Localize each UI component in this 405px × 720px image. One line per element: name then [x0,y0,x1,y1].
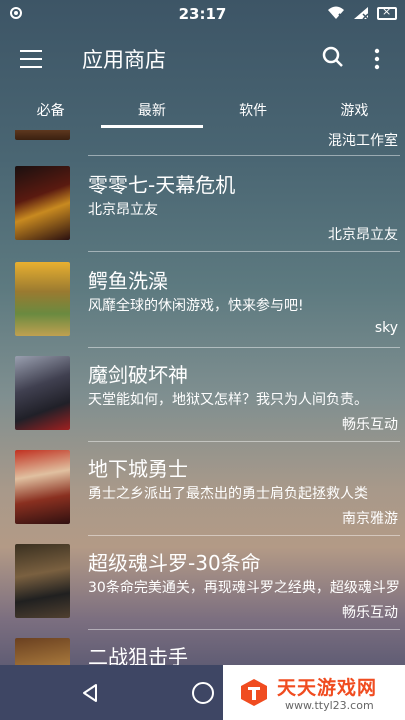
list-item[interactable]: 超级魂斗罗-30条命 30条命完美通关，再现魂斗罗之经典，超级魂斗罗 畅乐互动 [0,544,405,636]
more-options-icon[interactable] [372,48,382,70]
app-description: 天堂能如何，地狱又怎样？我只为人间负责。 [88,392,368,408]
watermark-logo-icon [241,679,267,706]
tab-software[interactable]: 软件 [203,92,304,130]
watermark-url: www.ttyl23.com [285,699,374,712]
wifi-icon [328,6,345,20]
app-thumbnail [15,450,70,524]
battery-icon [377,5,397,20]
app-thumbnail [15,544,70,618]
page-title: 应用商店 [82,48,166,72]
app-name: 鳄鱼洗澡 [88,269,168,293]
app-thumbnail [15,166,70,240]
list-item[interactable]: 鳄鱼洗澡 风靡全球的休闲游戏，快来参与吧! sky [0,262,405,354]
tab-essentials[interactable]: 必备 [0,92,101,130]
tab-latest[interactable]: 最新 [101,92,204,130]
developer-label: 南京雅游 [342,511,398,527]
list-item[interactable]: 魔剑破坏神 天堂能如何，地狱又怎样？我只为人间负责。 畅乐互动 [0,356,405,448]
status-bar: 23:17 [0,0,405,28]
menu-icon[interactable] [20,50,42,68]
app-description: 30条命完美通关，再现魂斗罗之经典，超级魂斗罗 [88,580,400,596]
app-name: 魔剑破坏神 [88,363,188,387]
tab-bar: 必备 最新 软件 游戏 [0,92,405,130]
app-name: 超级魂斗罗-30条命 [88,551,261,575]
home-icon[interactable] [192,682,214,704]
developer-label: 畅乐互动 [342,417,398,433]
app-description: 北京昂立友 [88,202,158,218]
developer-label: sky [374,320,398,336]
developer-label: 畅乐互动 [342,605,398,621]
app-name: 零零七-天幕危机 [88,173,236,197]
signal-icon [354,7,369,20]
back-icon[interactable] [80,683,100,703]
list-item[interactable]: 地下城勇士 勇士之乡派出了最杰出的勇士肩负起拯救人类 南京雅游 [0,450,405,542]
app-name: 地下城勇士 [88,457,188,481]
app-name: 二战狙击手 [88,645,188,665]
app-thumbnail [15,638,70,665]
app-description: 勇士之乡派出了最杰出的勇士肩负起拯救人类 [88,486,368,502]
app-bar: 应用商店 [0,28,405,92]
list-item[interactable]: 二战狙击手 [0,638,405,665]
developer-label: 混沌工作室 [328,133,398,149]
list-item[interactable]: 零零七-天幕危机 北京昂立友 北京昂立友 [0,166,405,258]
app-thumbnail [15,356,70,430]
app-list[interactable]: 混沌工作室 零零七-天幕危机 北京昂立友 北京昂立友 鳄鱼洗澡 风靡全球的休闲游… [0,130,405,665]
app-description: 风靡全球的休闲游戏，快来参与吧! [88,298,304,314]
watermark: 天天游戏网 www.ttyl23.com [223,665,405,720]
developer-label: 北京昂立友 [328,227,398,243]
app-thumbnail [15,130,70,140]
tab-games[interactable]: 游戏 [304,92,405,130]
watermark-title: 天天游戏网 [277,677,378,699]
app-thumbnail [15,262,70,336]
search-icon[interactable] [322,46,344,68]
